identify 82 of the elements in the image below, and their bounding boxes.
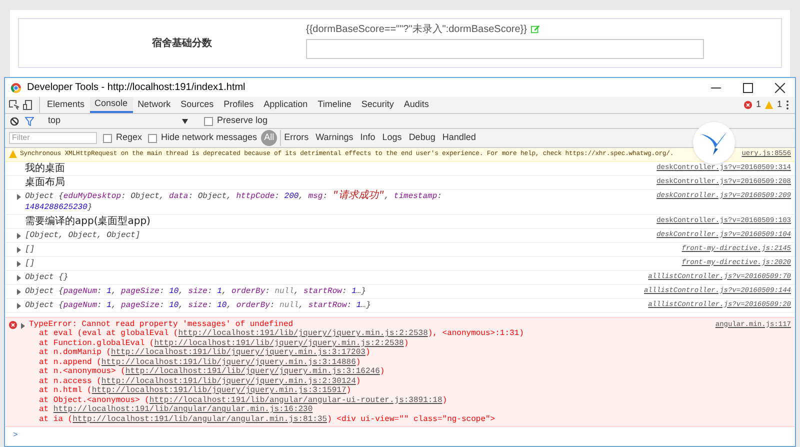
checkbox[interactable] bbox=[148, 134, 158, 142]
tab[interactable]: Audits bbox=[398, 97, 434, 113]
field-label: 宿舍基础分数 bbox=[151, 36, 213, 50]
tab[interactable]: Console bbox=[90, 97, 133, 113]
tab[interactable]: Timeline bbox=[312, 97, 356, 113]
tab[interactable]: Elements bbox=[42, 97, 90, 113]
level-filter[interactable]: Handled bbox=[439, 130, 479, 146]
expand-triangle-icon[interactable] bbox=[16, 288, 22, 294]
stack-link[interactable]: http://localhost:191/lib/jquery/jquery.min.js:2:30124 bbox=[101, 376, 356, 386]
checkbox-label: Preserve log bbox=[217, 114, 268, 128]
stack-link[interactable]: http://localhost:191/lib/jquery/jquery.min.js:2:2538 bbox=[178, 329, 428, 338]
object-preview[interactable]: Object {eduMyDesktop: Object, data: Object, httpCode: 200, msg: "请求成功", timestamp: 1484288625230} bbox=[25, 190, 455, 212]
browser-logo-icon bbox=[11, 82, 21, 92]
level-filter[interactable]: Errors bbox=[280, 130, 312, 146]
error-text: TypeError: Cannot read property 'messages' of undefined bbox=[29, 320, 294, 329]
level-filter[interactable]: Logs bbox=[379, 130, 405, 146]
checkbox[interactable] bbox=[103, 134, 112, 142]
expand-triangle-icon[interactable] bbox=[20, 322, 26, 328]
console-prompt[interactable]: > bbox=[5, 427, 795, 445]
expand-triangle-icon[interactable] bbox=[16, 274, 22, 280]
stack-line: at Object.<anonymous> (http://localhost:191/lib/angular/angular-ui-router.js:3891:18) bbox=[38, 396, 448, 405]
error-count: 1 bbox=[756, 98, 761, 112]
level-filter[interactable]: Debug bbox=[406, 130, 438, 146]
stack-line: at n.append (http://localhost:191/lib/jquery/jquery.min.js:3:14886) bbox=[38, 358, 362, 367]
checkbox[interactable] bbox=[204, 116, 213, 126]
stack-link[interactable]: http://localhost:191/lib/angular/angular.min.js:81:35 bbox=[72, 414, 328, 424]
object-preview[interactable]: Object {} bbox=[25, 272, 68, 282]
stack-link[interactable]: http://localhost:191/lib/jquery/jquery.min.js:2:2538 bbox=[154, 338, 404, 348]
stack-link[interactable]: http://localhost:191/lib/angular/angular.min.js:16:230 bbox=[53, 405, 313, 414]
tab[interactable]: Application bbox=[258, 97, 313, 113]
stack-link[interactable]: http://localhost:191/lib/jquery/jquery.min.js:3:17203 bbox=[111, 348, 366, 357]
level-filter[interactable]: Info bbox=[357, 130, 378, 146]
filter-icon[interactable] bbox=[25, 116, 34, 126]
caret-icon bbox=[182, 118, 188, 124]
stack-line: at http://localhost:191/lib/angular/angular.min.js:16:230 bbox=[38, 405, 314, 414]
object-preview[interactable]: [] bbox=[25, 258, 35, 268]
checkbox-label: Hide network messages bbox=[161, 131, 258, 144]
maximize-icon[interactable] bbox=[743, 82, 753, 92]
device-icon[interactable] bbox=[23, 100, 33, 110]
more-icon[interactable] bbox=[786, 100, 789, 110]
input-field[interactable] bbox=[306, 38, 704, 58]
expand-triangle-icon[interactable] bbox=[16, 194, 22, 200]
object-preview[interactable]: [Object, Object, Object] bbox=[25, 230, 140, 240]
log-text: 桌面布局 bbox=[25, 176, 65, 188]
expand-triangle-icon[interactable] bbox=[16, 260, 22, 266]
stack-line: at n.html (http://localhost:191/lib/jquery/jquery.min.js:3:15917) bbox=[38, 386, 352, 396]
clear-icon[interactable] bbox=[10, 116, 19, 126]
tab[interactable]: Sources bbox=[176, 97, 219, 113]
stack-link[interactable]: http://localhost:191/lib/jquery/jquery.min.js:3:16246 bbox=[125, 367, 380, 376]
stack-line: at Function.globalEval (http://localhost:191/lib/jquery/jquery.min.js:2:2538) bbox=[38, 338, 410, 348]
stack-line: at n.<anonymous> (http://localhost:191/lib/jquery/jquery.min.js:3:16246) bbox=[38, 367, 386, 376]
warning-icon bbox=[9, 150, 17, 158]
expand-triangle-icon[interactable] bbox=[16, 232, 22, 238]
stack-line: at n.access (http://localhost:191/lib/jquery/jquery.min.js:2:30124) bbox=[38, 376, 362, 386]
stack-line: at ia (http://localhost:191/lib/angular/angular.min.js:81:35) <div ui-view="" class="ng-scope"> bbox=[38, 414, 496, 424]
stack-link[interactable]: http://localhost:191/lib/jquery/jquery.min.js:3:15917 bbox=[92, 386, 346, 395]
expand-triangle-icon[interactable] bbox=[16, 302, 22, 308]
warning-count: 1 bbox=[776, 98, 782, 112]
log-text: 我的桌面 bbox=[25, 162, 65, 174]
tab[interactable]: Network bbox=[132, 97, 176, 113]
error-icon bbox=[744, 101, 752, 109]
warning-icon bbox=[764, 101, 773, 109]
tab[interactable]: Profiles bbox=[218, 97, 259, 113]
expand-triangle-icon[interactable] bbox=[16, 246, 22, 252]
object-preview[interactable]: Object {pageNum: 1, pageSize: 10, size: 1, orderBy: null, startRow: 1…} bbox=[25, 286, 366, 296]
context-select[interactable]: top bbox=[48, 114, 188, 128]
object-preview[interactable]: Object {pageNum: 1, pageSize: 10, size: 10, orderBy: null, startRow: 1…} bbox=[25, 300, 371, 310]
stack-line: at eval (eval at globalEval (http://localhost:191/lib/jquery/jquery.min.js:2:2538), <anonymous>:1:31) bbox=[38, 329, 524, 338]
stack-line: at n.domManip (http://localhost:191/lib/jquery/jquery.min.js:3:17203) bbox=[38, 348, 372, 358]
stack-link[interactable]: http://localhost:191/lib/angular/angular-ui-router.js:3891:18 bbox=[149, 396, 442, 404]
template-text: {{dormBaseScore==""?"未录入":dormBaseScore}} bbox=[306, 22, 527, 36]
stack-link[interactable]: http://localhost:191/lib/jquery/jquery.min.js:3:14886 bbox=[101, 358, 356, 366]
level-filter[interactable]: Warnings bbox=[312, 130, 356, 146]
filter-field[interactable]: Filter bbox=[9, 132, 97, 144]
tab[interactable]: Security bbox=[356, 97, 399, 113]
inspect-icon[interactable] bbox=[9, 100, 19, 110]
object-preview[interactable]: [] bbox=[25, 244, 35, 254]
checkbox-label: Regex bbox=[116, 131, 142, 144]
close-icon[interactable] bbox=[775, 82, 785, 92]
log-text: 需要编译的app(桌面型app) bbox=[25, 216, 150, 226]
window-title: Developer Tools - http://localhost:191/index1.html bbox=[27, 81, 246, 95]
error-icon bbox=[9, 320, 17, 328]
